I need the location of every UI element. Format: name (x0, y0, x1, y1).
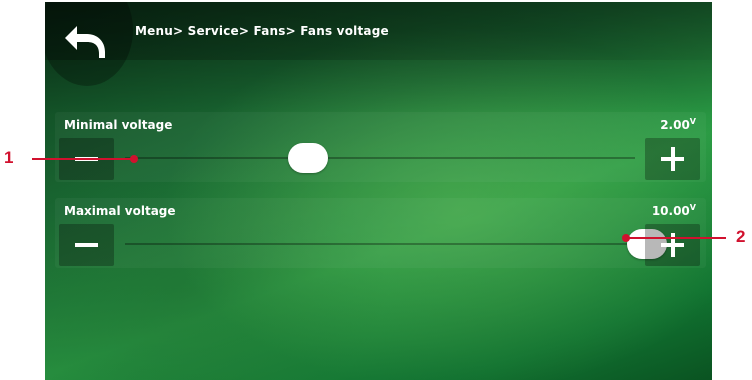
maximal-voltage-decrease-button[interactable] (59, 224, 114, 266)
back-button[interactable] (63, 24, 109, 60)
maximal-voltage-value: 10.00V (651, 203, 696, 218)
callout-dot-1 (130, 155, 138, 163)
back-arrow-icon (65, 26, 105, 58)
minimal-voltage-slider-thumb[interactable] (287, 143, 328, 173)
callout-line-1 (32, 158, 132, 160)
maximal-voltage-track[interactable] (125, 243, 635, 245)
maximal-voltage-label: Maximal voltage (64, 204, 176, 218)
callout-number-1: 1 (4, 148, 14, 167)
maximal-voltage-increase-button[interactable] (645, 224, 700, 266)
minimal-voltage-track[interactable] (125, 157, 635, 159)
minimal-voltage-value: 2.00V (660, 117, 696, 132)
fans-voltage-screen: Menu> Service> Fans> Fans voltage Minima… (45, 2, 712, 380)
maximal-voltage-row: Maximal voltage 10.00V (55, 198, 706, 268)
callout-number-2: 2 (736, 227, 746, 246)
minus-icon (75, 243, 98, 247)
minimal-voltage-row: Minimal voltage 2.00V (55, 112, 706, 182)
header-bar: Menu> Service> Fans> Fans voltage (45, 2, 712, 86)
minimal-voltage-increase-button[interactable] (645, 138, 700, 180)
minimal-voltage-label: Minimal voltage (64, 118, 173, 132)
callout-line-2 (628, 237, 726, 239)
breadcrumb: Menu> Service> Fans> Fans voltage (135, 24, 389, 38)
